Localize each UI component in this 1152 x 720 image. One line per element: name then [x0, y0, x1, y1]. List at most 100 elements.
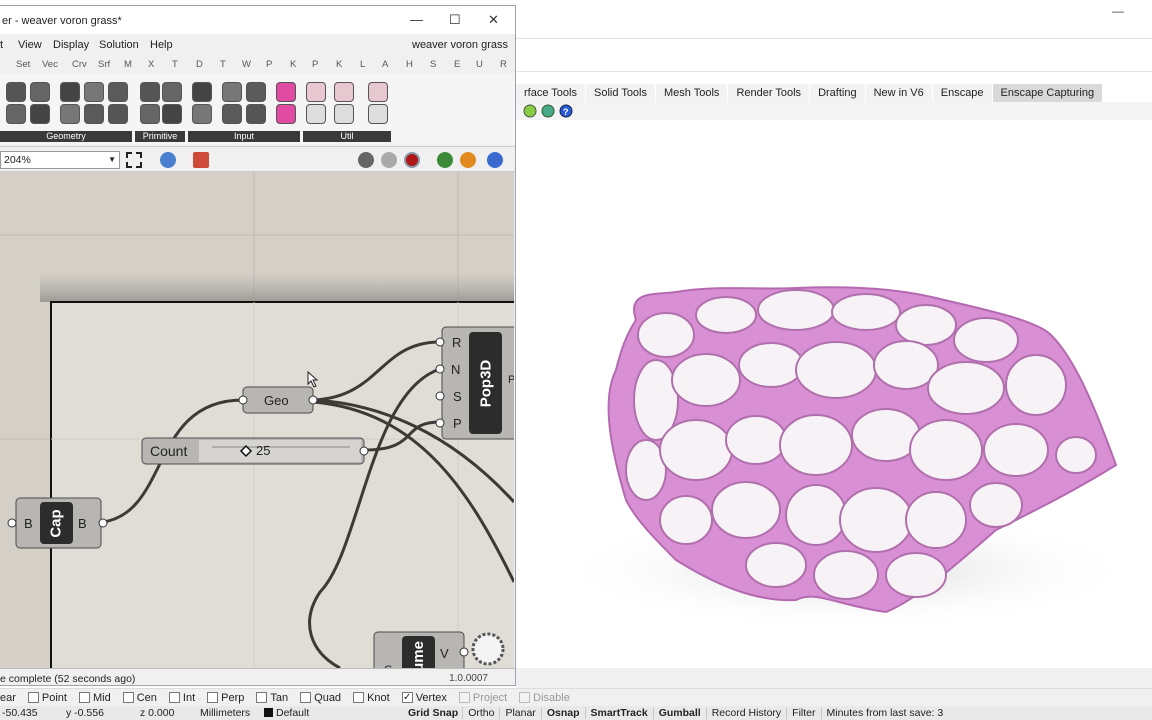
ribbon-tool-icon[interactable] [306, 82, 326, 102]
preview-off-icon[interactable] [358, 152, 374, 168]
checkbox[interactable] [519, 692, 531, 703]
gh-category-tab[interactable]: S [430, 59, 436, 70]
gh-category-tab[interactable]: R [500, 59, 507, 70]
ribbon-tool-icon[interactable] [108, 104, 128, 124]
ribbon-tool-icon[interactable] [6, 82, 26, 102]
osnap-toggle[interactable]: Osnap [540, 707, 585, 719]
maximize-icon[interactable]: ☐ [449, 12, 461, 28]
menu-item-display[interactable]: Display [53, 39, 89, 51]
ribbon-tool-icon[interactable] [6, 104, 26, 124]
gumball-toggle[interactable]: Gumball [652, 707, 706, 719]
ribbon-tool-icon[interactable] [108, 82, 128, 102]
ribbon-tool-icon[interactable] [140, 82, 160, 102]
menu-item-solution[interactable]: Solution [99, 39, 139, 51]
ribbon-tool-icon[interactable] [140, 104, 160, 124]
rhino-command-area[interactable] [516, 38, 1152, 72]
close-icon[interactable]: ✕ [488, 12, 499, 28]
gh-category-tab[interactable]: Vec [42, 59, 58, 70]
checkbox[interactable]: ✓ [401, 692, 413, 703]
menu-item-edit[interactable]: t [0, 39, 3, 51]
rhino-tab[interactable]: Render Tools [728, 84, 810, 102]
checkbox[interactable] [458, 692, 470, 703]
gh-category-tab[interactable]: A [382, 59, 388, 70]
osnap-option[interactable]: Mid [75, 692, 111, 704]
checkbox[interactable] [300, 692, 312, 703]
smarttrack-toggle[interactable]: SmartTrack [584, 707, 653, 719]
rhino-tab[interactable]: rface Tools [516, 84, 585, 102]
record-history-toggle[interactable]: Record History [705, 707, 786, 719]
pen-icon[interactable] [193, 152, 209, 168]
layer-indicator[interactable]: Default [264, 707, 404, 719]
menu-item-view[interactable]: View [18, 39, 42, 51]
ribbon-tool-icon[interactable] [246, 104, 266, 124]
ribbon-tool-icon[interactable] [246, 82, 266, 102]
gh-category-tab[interactable]: K [336, 59, 342, 70]
gh-category-tab[interactable]: P [266, 59, 272, 70]
filter-toggle[interactable]: Filter [786, 707, 820, 719]
gh-category-tab[interactable]: L [360, 59, 365, 70]
rhino-tab[interactable]: New in V6 [865, 84, 932, 102]
osnap-option[interactable]: Perp [203, 692, 244, 704]
gh-category-tab[interactable]: Srf [98, 59, 110, 70]
pop3d-nickname[interactable]: Pop3D [469, 332, 502, 434]
gh-titlebar[interactable]: er - weaver voron grass* — ☐ ✕ [0, 6, 515, 34]
ribbon-tool-icon[interactable] [222, 104, 242, 124]
osnap-option[interactable]: Quad [296, 692, 341, 704]
zoom-select[interactable]: 204% ▼ [0, 151, 120, 169]
rhino-viewport[interactable] [516, 120, 1152, 668]
material-icon[interactable] [460, 152, 476, 168]
menu-item-help[interactable]: Help [150, 39, 173, 51]
checkbox[interactable] [256, 692, 268, 703]
cap-nickname[interactable]: Cap [40, 502, 73, 544]
rhino-tab[interactable]: Mesh Tools [656, 84, 728, 102]
ribbon-tool-icon[interactable] [192, 82, 212, 102]
ribbon-tool-icon[interactable] [60, 104, 80, 124]
ribbon-tool-icon[interactable] [276, 104, 296, 124]
gh-category-tab[interactable]: U [476, 59, 483, 70]
preview-eye-icon[interactable] [160, 152, 176, 168]
sketch-icon[interactable] [126, 152, 142, 168]
ribbon-tool-icon[interactable] [84, 82, 104, 102]
geo-label[interactable]: Geo [264, 393, 289, 408]
ribbon-tool-icon[interactable] [368, 82, 388, 102]
toolbar-icons-group[interactable]: ? [516, 102, 576, 120]
checkbox[interactable] [353, 692, 365, 703]
ribbon-tool-icon[interactable] [192, 104, 212, 124]
osnap-option[interactable]: Knot [349, 692, 390, 704]
preview-mesh-icon[interactable] [437, 152, 453, 168]
gh-category-tab[interactable]: M [124, 59, 132, 70]
grid-snap-toggle[interactable]: Grid Snap [404, 707, 462, 719]
ribbon-tool-icon[interactable] [334, 104, 354, 124]
sphere-icon[interactable] [487, 152, 503, 168]
ribbon-tool-icon[interactable] [162, 104, 182, 124]
ribbon-tool-icon[interactable] [276, 82, 296, 102]
gh-category-tab[interactable]: D [196, 59, 203, 70]
rhino-tab[interactable]: Drafting [810, 84, 865, 102]
ribbon-tool-icon[interactable] [30, 104, 50, 124]
volume-nickname[interactable]: ume [402, 636, 435, 668]
minimize-icon[interactable]: — [410, 12, 423, 27]
gh-category-tab[interactable]: Crv [72, 59, 87, 70]
ribbon-tool-icon[interactable] [84, 104, 104, 124]
osnap-option[interactable]: Int [165, 692, 195, 704]
count-label[interactable]: Count [150, 443, 187, 459]
checkbox[interactable] [122, 692, 134, 703]
gh-category-tab[interactable]: X [148, 59, 154, 70]
planar-toggle[interactable]: Planar [499, 707, 540, 719]
ribbon-tool-icon[interactable] [60, 82, 80, 102]
ortho-toggle[interactable]: Ortho [462, 707, 499, 719]
checkbox[interactable] [27, 692, 39, 703]
rhino-tab[interactable]: Enscape [932, 84, 992, 102]
rhino-tab[interactable]: Enscape Capturing [992, 84, 1103, 102]
gh-category-tab[interactable]: E [454, 59, 460, 70]
count-value[interactable]: 25 [256, 443, 270, 458]
gh-category-tab[interactable]: Set [16, 59, 30, 70]
osnap-option[interactable]: Point [24, 692, 67, 704]
ribbon-tool-icon[interactable] [162, 82, 182, 102]
osnap-option[interactable]: Tan [252, 692, 288, 704]
ribbon-tool-icon[interactable] [222, 82, 242, 102]
rhino-tab[interactable]: Solid Tools [586, 84, 655, 102]
shaded-preview-icon[interactable] [404, 152, 420, 168]
osnap-option[interactable]: ear [0, 692, 16, 704]
ribbon-tool-icon[interactable] [334, 82, 354, 102]
